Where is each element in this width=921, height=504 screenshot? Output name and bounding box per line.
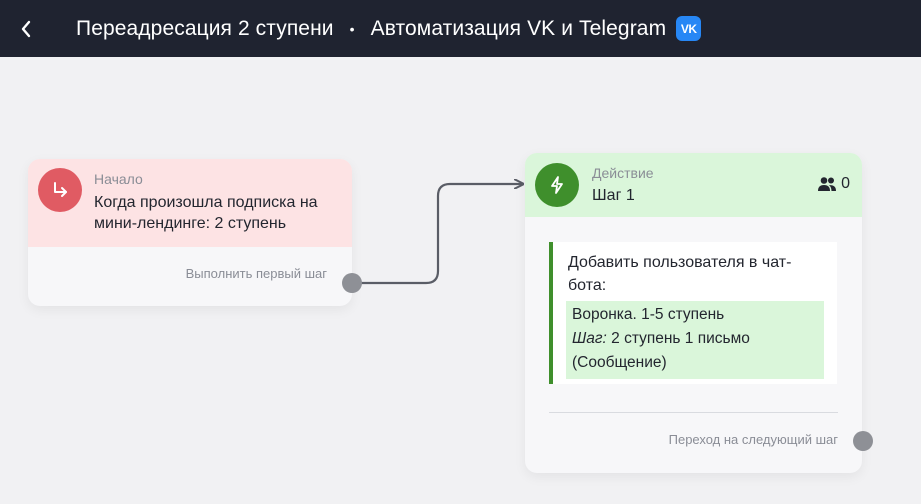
start-output-port[interactable]	[342, 273, 362, 293]
funnel-name: Воронка. 1-5 ступень	[572, 306, 725, 323]
subscribers-count: 0	[841, 175, 850, 192]
back-button[interactable]	[0, 0, 52, 57]
step-value: 2 ступень 1 письмо	[611, 330, 750, 347]
project-title[interactable]: Автоматизация VK и Telegram	[371, 17, 667, 41]
chevron-left-icon	[21, 20, 31, 37]
action-output-port[interactable]	[853, 431, 873, 451]
title-separator: •	[349, 20, 355, 37]
start-node-label: Начало	[94, 171, 143, 187]
task-description: Добавить пользователя в чат-бота:	[568, 254, 792, 294]
divider	[549, 412, 838, 413]
arrow-turn-icon	[38, 168, 82, 212]
lightning-icon	[535, 163, 579, 207]
step-line: Шаг: 2 ступень 1 письмо	[572, 327, 818, 351]
step-note: (Сообщение)	[572, 354, 667, 371]
action-node-card[interactable]: Действие Шаг 1 0 Добавить пользователя в…	[525, 153, 862, 473]
start-node-description: Когда произошла подписка на мини-лендинг…	[94, 194, 318, 232]
next-step-label: Переход на следующий шаг	[668, 432, 838, 447]
action-task[interactable]: Добавить пользователя в чат-бота: Воронк…	[549, 242, 837, 384]
users-icon	[818, 177, 837, 191]
action-node-label: Действие	[592, 165, 654, 181]
page-title: Переадресация 2 ступени	[76, 16, 334, 40]
start-node-header: Начало Когда произошла подписка на мини-…	[28, 159, 352, 247]
task-target-chip: Воронка. 1-5 ступень Шаг: 2 ступень 1 пи…	[566, 301, 824, 379]
action-node-header: Действие Шаг 1 0	[525, 153, 862, 217]
start-node-card[interactable]: Начало Когда произошла подписка на мини-…	[28, 159, 352, 306]
action-node-title: Шаг 1	[592, 187, 635, 204]
run-first-step-label: Выполнить первый шаг	[185, 266, 327, 281]
vk-icon: VK	[676, 16, 702, 41]
subscribers-counter: 0	[817, 175, 850, 193]
breadcrumb: Переадресация 2 ступени • Автоматизация …	[76, 16, 702, 41]
top-bar: Переадресация 2 ступени • Автоматизация …	[0, 0, 921, 57]
step-prefix: Шаг:	[572, 330, 607, 347]
